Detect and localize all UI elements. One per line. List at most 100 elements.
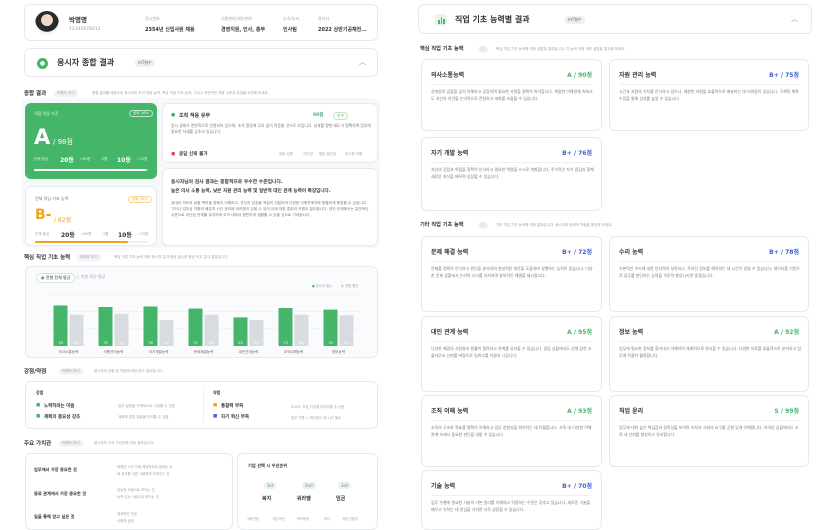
ability-divider bbox=[619, 84, 799, 85]
value-answer-1b: ·내 성과를 다른 사람에게 보여주는 것 bbox=[116, 472, 170, 476]
label-applicant-no: 응시번호 bbox=[145, 16, 160, 21]
ability-divider bbox=[431, 162, 592, 163]
basic-tier: 10등 bbox=[118, 232, 132, 239]
ability-grade: A / 92점 bbox=[774, 329, 799, 336]
choice-1: 복지 bbox=[262, 496, 272, 502]
right-header[interactable]: 직업 기초 능력별 결과 mT형수 ︿ bbox=[418, 4, 812, 34]
overall-tier-total: / 23명 bbox=[137, 157, 148, 161]
ability-grade: B+ / 75점 bbox=[769, 72, 799, 79]
core-chart-hint[interactable]: 이해도 보기 bbox=[77, 254, 101, 261]
weak-icon-2: ■ bbox=[213, 414, 218, 419]
warn-title: 응답 신뢰 불가 bbox=[179, 152, 208, 157]
rank-3-badge: 3rd bbox=[338, 482, 351, 489]
x-tick-label: 의사소통능력 bbox=[59, 349, 79, 354]
right-collapse-icon[interactable]: ︿ bbox=[791, 14, 798, 24]
ability-name: 문제 해결 능력 bbox=[431, 249, 469, 256]
ability-grade: A / 93점 bbox=[567, 408, 592, 415]
strength-hint[interactable]: 이해도 보기 bbox=[59, 368, 83, 375]
weak-name-1: 통찰력 부족 bbox=[221, 404, 244, 409]
bar-value-label: 59 bbox=[344, 341, 349, 345]
ability-grade: B+ / 76점 bbox=[562, 150, 592, 157]
ability-divider bbox=[431, 420, 592, 421]
chart-icon bbox=[435, 14, 447, 26]
right-core-hint[interactable]: ⓘ bbox=[478, 46, 488, 53]
ability-name: 조직 이해 능력 bbox=[431, 408, 469, 415]
ability-desc: 기본적인 수리에 대한 인지력이 부족하고, 주어진 정보를 해석하는 데 시간… bbox=[619, 266, 800, 278]
ability-card: 수리 능력 B+ / 78점 기본적인 수리에 대한 인지력이 부족하고, 주어… bbox=[609, 236, 809, 312]
ability-card: 조직 이해 능력 A / 93점 조직의 구조와 목표를 명확히 이해하고 업무… bbox=[421, 395, 602, 467]
adapt-desc: 응시 상태가 전반적으로 안정되어 있으며, 조직 환경에 무리 없이 적응할 … bbox=[171, 123, 371, 134]
adapt-score: 80점 bbox=[313, 113, 324, 118]
bar-value-label: 50 bbox=[164, 341, 169, 345]
ability-desc: 문제를 정확히 인식하고 원인을 분석하며 현실적인 대안을 도출하여 실행하는… bbox=[431, 266, 593, 278]
label-field: 지원분야/세부분야 bbox=[221, 16, 252, 21]
company-footer-4: 위치 bbox=[324, 517, 330, 521]
ability-divider bbox=[431, 495, 592, 496]
bar-value-label: 73 bbox=[283, 341, 288, 345]
right-title: 직업 기초 능력별 결과 bbox=[455, 15, 530, 24]
right-core-note: 핵심 직업 기초 능력에 대한 설명과 결과입니다. 각 능력 아래 세부 설명… bbox=[496, 47, 626, 51]
right-panel: 직업 기초 능력별 결과 mT형수 ︿ 핵심 직업 기초 능력 ⓘ 핵심 직업 … bbox=[416, 0, 814, 530]
summary-title: 응시자 종합 결과 bbox=[57, 58, 115, 67]
right-other-hint[interactable]: ⓘ bbox=[478, 222, 488, 229]
value-answer-2b: ·능력 있는 사람으로 보이는 것 bbox=[116, 495, 159, 499]
overall-grade-card: 적합 적응 수준 상위 16% A / 98점 전체 등급 20등 / 60명 … bbox=[25, 103, 157, 179]
company-footer-2: 기업 비전 bbox=[272, 517, 285, 521]
ability-desc: 자신의 강점과 약점을 정확히 인식하고 필요한 역량을 스스로 개발합니다. … bbox=[431, 167, 594, 179]
values-card: 업무에서 가장 중요한 것 ·정해진 시간 안에 체계적으로 일하는 것 ·내 … bbox=[25, 453, 233, 530]
warn-tag-4: 지시문 이해 bbox=[345, 152, 363, 156]
ability-divider bbox=[619, 420, 799, 421]
basic-card: 전체 직업 기초 능력 상위 34% B- / 82점 전체 등급 20등 / … bbox=[25, 186, 157, 246]
strong-icon-2: ■ bbox=[36, 414, 41, 419]
value-question-2: 동료 관계에서 가장 중요한 것 bbox=[34, 491, 87, 496]
overall-progress bbox=[34, 169, 148, 171]
left-panel: 박명명 12345678912 응시번호 지원분야/세부분야 소속/부서 관리자… bbox=[22, 0, 386, 530]
collapse-icon[interactable]: ︿ bbox=[359, 57, 366, 67]
x-tick-label: 자원관리능력 bbox=[104, 349, 124, 354]
choice-3: 임금 bbox=[336, 496, 346, 502]
overall-hint[interactable]: 이해도 보기 bbox=[54, 90, 78, 97]
bar-value-label: 70 bbox=[328, 341, 333, 345]
value-answer-2a: ·유능한 사람으로 보이는 것 bbox=[116, 488, 155, 492]
ability-desc: 업무에 필요한 정보를 찾아내고 이해하며 체계적으로 관리할 수 있습니다. … bbox=[619, 346, 801, 358]
core-chart-title: 핵심 직업 기초 능력 bbox=[24, 255, 71, 261]
right-other-title: 기타 직업 기초 능력 bbox=[420, 222, 464, 228]
basic-grade: B- bbox=[35, 207, 52, 223]
weak-desc-2: 업무 진행 시 혁신하는 데 시간 필요 bbox=[291, 416, 342, 420]
comment-text: 상대의 의도와 상황 맥락을 정확히 이해하고, 자신의 입장을 적절히 전달하… bbox=[171, 201, 369, 218]
x-tick-label: 정보능력 bbox=[332, 349, 345, 354]
ability-grade: S / 99점 bbox=[774, 408, 799, 415]
choice-2: 워라밸 bbox=[297, 496, 311, 502]
comment-heading: 응시자님의 검사 결과는 종합적으로 우수한 수준입니다. bbox=[171, 180, 283, 185]
value-question-1: 업무에서 가장 중요한 것 bbox=[34, 467, 77, 472]
bar-value-label: 78 bbox=[58, 341, 63, 345]
value-question-3: 일을 통해 얻고 싶은 것 bbox=[34, 514, 75, 519]
strength-title: 강점/약점 bbox=[24, 369, 47, 375]
ability-card: 직업 윤리 S / 99점 업무에 대한 높은 책임감과 정직성을 보이며 조직… bbox=[609, 395, 809, 467]
ability-grade: B+ / 72점 bbox=[562, 249, 592, 256]
ability-divider bbox=[619, 341, 799, 342]
ability-divider bbox=[619, 261, 799, 262]
x-tick-label: 대인관계능력 bbox=[239, 349, 259, 354]
ability-name: 기술 능력 bbox=[431, 483, 456, 490]
bar-value-label: 75 bbox=[103, 341, 108, 345]
strong-icon-1: ■ bbox=[36, 403, 41, 408]
overall-tier: 10등 bbox=[117, 157, 131, 164]
x-tick-label: 조직이해능력 bbox=[284, 349, 304, 354]
ability-grade: A / 90점 bbox=[567, 72, 592, 79]
bar-value-label: 60 bbox=[74, 341, 79, 345]
strength-note: 응시자의 강점 및 약점에 대한 분석 결과입니다. bbox=[94, 369, 163, 373]
basic-rank-total: / 60명 bbox=[81, 232, 92, 236]
overall-score: / 98점 bbox=[53, 138, 73, 146]
overall-pct-tag: 상위 16% bbox=[129, 110, 153, 117]
rank-1-badge: 1st bbox=[264, 482, 277, 489]
values-hint[interactable]: 이해도 보기 bbox=[59, 440, 83, 447]
value-exam: 2022 상반기공채전... bbox=[318, 27, 367, 33]
ability-card: 정보 능력 A / 92점 업무에 필요한 정보를 찾아내고 이해하며 체계적으… bbox=[609, 316, 809, 392]
bar-value-label: 50 bbox=[254, 341, 259, 345]
summary-header[interactable]: ● 응시자 종합 결과 mT형수 ︿ bbox=[24, 48, 378, 77]
basic-pct-tag: 상위 34% bbox=[128, 196, 152, 203]
summary-icon: ● bbox=[37, 58, 48, 69]
value-answer-3a: ·경제적인 안정 bbox=[116, 512, 137, 516]
basic-title: 전체 직업 기초 능력 bbox=[35, 196, 69, 201]
